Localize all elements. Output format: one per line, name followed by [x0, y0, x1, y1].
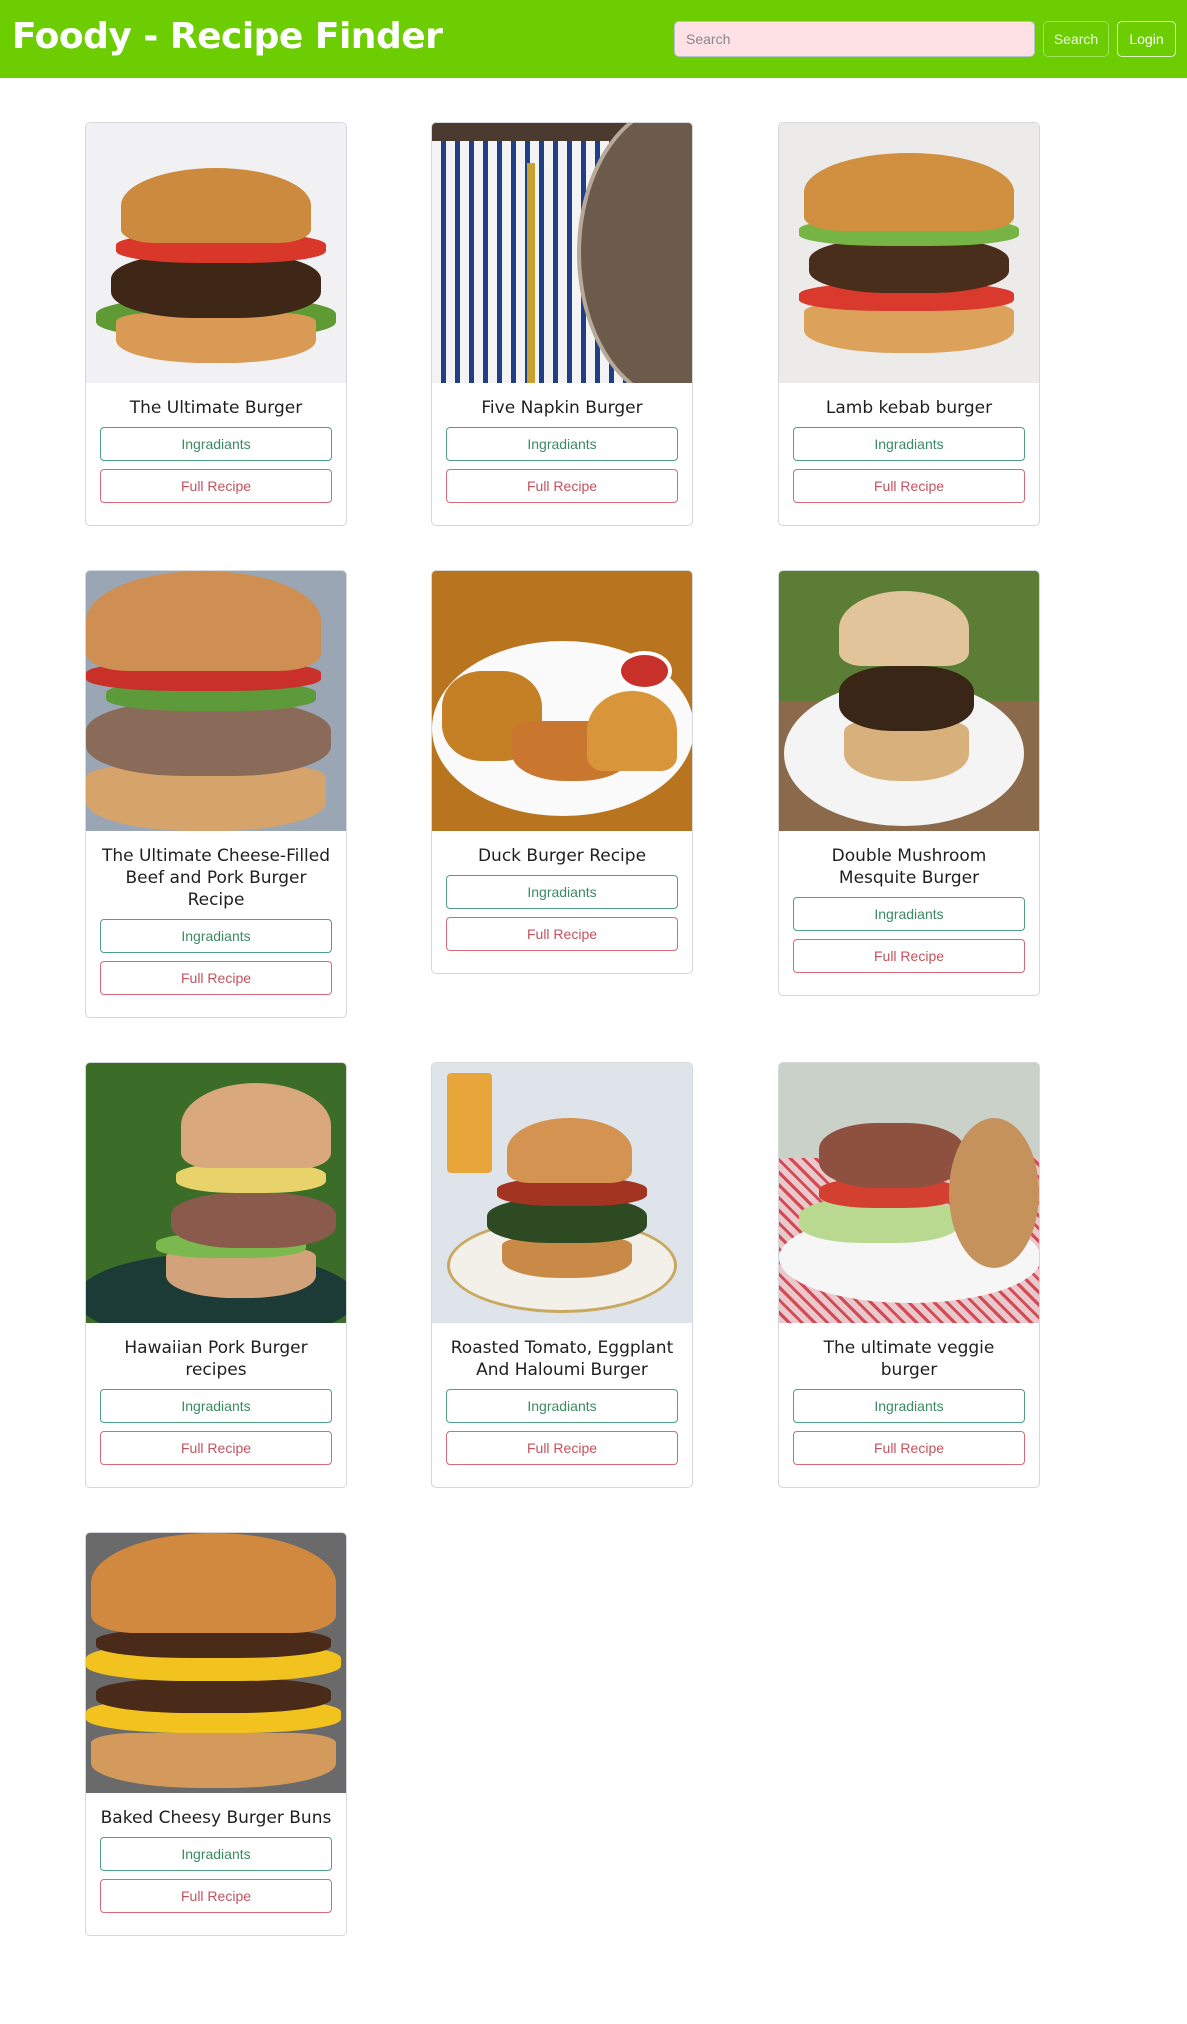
recipe-card: The Ultimate Burger Ingradiants Full Rec… — [85, 122, 347, 526]
recipe-title: The Ultimate Burger — [129, 398, 303, 418]
recipe-image — [779, 571, 1039, 831]
recipe-image — [432, 571, 692, 831]
recipe-image — [86, 571, 346, 831]
recipe-card: Double Mushroom Mesquite Burger Ingradia… — [778, 570, 1040, 996]
recipe-title: Roasted Tomato, Eggplant And Haloumi Bur… — [450, 1338, 674, 1380]
recipe-title: Double Mushroom Mesquite Burger — [831, 846, 987, 888]
ingredients-button[interactable]: Ingradiants — [100, 919, 332, 953]
login-button[interactable]: Login — [1117, 21, 1176, 57]
recipe-title: The ultimate veggie burger — [823, 1338, 995, 1380]
recipe-card: Five Napkin Burger Ingradiants Full Reci… — [431, 122, 693, 526]
full-recipe-button[interactable]: Full Recipe — [446, 469, 678, 503]
recipe-card: Duck Burger Recipe Ingradiants Full Reci… — [431, 570, 693, 974]
ingredients-button[interactable]: Ingradiants — [100, 1837, 332, 1871]
recipe-title: Duck Burger Recipe — [477, 846, 647, 866]
recipe-card: Lamb kebab burger Ingradiants Full Recip… — [778, 122, 1040, 526]
recipe-title: Lamb kebab burger — [825, 398, 993, 418]
navbar: Foody - Recipe Finder Search Login — [0, 0, 1187, 78]
search-input[interactable] — [674, 21, 1035, 57]
full-recipe-button[interactable]: Full Recipe — [100, 469, 332, 503]
ingredients-button[interactable]: Ingradiants — [446, 427, 678, 461]
ingredients-button[interactable]: Ingradiants — [793, 897, 1025, 931]
recipe-image — [779, 123, 1039, 383]
ingredients-button[interactable]: Ingradiants — [793, 1389, 1025, 1423]
full-recipe-button[interactable]: Full Recipe — [100, 961, 332, 995]
full-recipe-button[interactable]: Full Recipe — [793, 939, 1025, 973]
app-title: Foody - Recipe Finder — [12, 16, 443, 57]
recipe-card: The Ultimate Cheese-Filled Beef and Pork… — [85, 570, 347, 1018]
recipe-image — [86, 123, 346, 383]
recipe-title: Five Napkin Burger — [481, 398, 643, 418]
ingredients-button[interactable]: Ingradiants — [100, 427, 332, 461]
recipe-image — [86, 1533, 346, 1793]
full-recipe-button[interactable]: Full Recipe — [793, 1431, 1025, 1465]
full-recipe-button[interactable]: Full Recipe — [446, 917, 678, 951]
search-button[interactable]: Search — [1043, 21, 1109, 57]
ingredients-button[interactable]: Ingradiants — [446, 1389, 678, 1423]
recipe-image — [432, 1063, 692, 1323]
recipe-image — [779, 1063, 1039, 1323]
ingredients-button[interactable]: Ingradiants — [100, 1389, 332, 1423]
recipe-title: Hawaiian Pork Burger recipes — [124, 1338, 308, 1380]
recipe-title: Baked Cheesy Burger Buns — [100, 1808, 332, 1828]
recipe-card: Baked Cheesy Burger Buns Ingradiants Ful… — [85, 1532, 347, 1936]
recipe-card: The ultimate veggie burger Ingradiants F… — [778, 1062, 1040, 1488]
ingredients-button[interactable]: Ingradiants — [793, 427, 1025, 461]
recipe-card: Hawaiian Pork Burger recipes Ingradiants… — [85, 1062, 347, 1488]
recipe-image — [432, 123, 692, 383]
recipe-card: Roasted Tomato, Eggplant And Haloumi Bur… — [431, 1062, 693, 1488]
full-recipe-button[interactable]: Full Recipe — [446, 1431, 678, 1465]
recipe-title: The Ultimate Cheese-Filled Beef and Pork… — [101, 846, 331, 910]
recipe-image — [86, 1063, 346, 1323]
full-recipe-button[interactable]: Full Recipe — [793, 469, 1025, 503]
full-recipe-button[interactable]: Full Recipe — [100, 1431, 332, 1465]
full-recipe-button[interactable]: Full Recipe — [100, 1879, 332, 1913]
ingredients-button[interactable]: Ingradiants — [446, 875, 678, 909]
